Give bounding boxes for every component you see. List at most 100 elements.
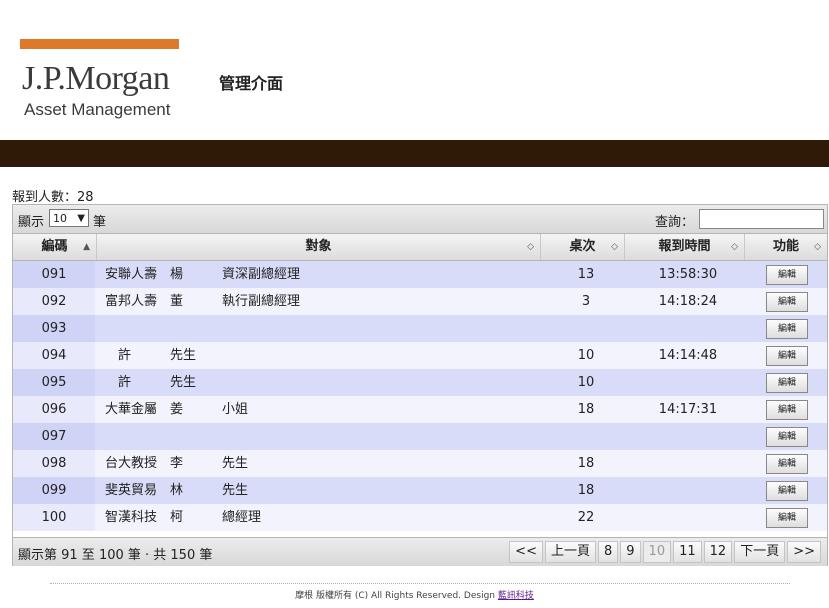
edit-button[interactable]: 編輯: [766, 508, 808, 528]
column-header-action-label: 功能: [772, 239, 799, 254]
brand-logo-subtitle: Asset Management: [24, 100, 171, 119]
row-time: 14:17:31: [658, 402, 718, 417]
brand-logo: J.P.Morgan: [22, 60, 170, 97]
table-toolbar: 顯示 10 ▼ 筆 查詢：: [13, 205, 827, 234]
page-size-select[interactable]: 10 ▼: [49, 209, 89, 227]
row-table: 10: [577, 348, 595, 363]
sort-both-icon: ◇: [814, 242, 821, 252]
data-table-panel: 顯示 10 ▼ 筆 查詢： 編碼 ▲ 對象 ◇ 桌次 ◇ 報到時間 ◇ 功能 ◇: [12, 204, 828, 566]
table-row: 095 許 先生 10 編輯: [13, 369, 827, 396]
row-code: 097: [13, 423, 95, 450]
column-header-target[interactable]: 對象 ◇: [97, 234, 541, 260]
edit-button[interactable]: 編輯: [766, 265, 808, 285]
edit-button[interactable]: 編輯: [766, 427, 808, 447]
row-target: 智漢科技 柯 總經理: [105, 510, 262, 525]
column-header-action[interactable]: 功能 ◇: [745, 234, 827, 260]
row-target: 斐英貿易 林 先生: [105, 483, 249, 498]
page-12-button[interactable]: 12: [703, 541, 733, 563]
checkin-count-value: 28: [77, 190, 94, 205]
sort-both-icon: ◇: [611, 242, 618, 252]
row-table: 18: [577, 456, 595, 471]
edit-button[interactable]: 編輯: [766, 454, 808, 474]
column-header-time[interactable]: 報到時間 ◇: [625, 234, 745, 260]
table-footer: 顯示第 91 至 100 筆 · 共 150 筆 << 上一頁 8 9 10 1…: [13, 537, 827, 566]
edit-button[interactable]: 編輯: [766, 346, 808, 366]
row-table: 3: [581, 294, 591, 309]
show-label: 顯示: [18, 215, 45, 230]
table-row: 092 富邦人壽 董 執行副總經理 3 14:18:24 編輯: [13, 288, 827, 315]
table-row: 097 編輯: [13, 423, 827, 450]
row-code: 092: [13, 288, 95, 315]
column-header-table-label: 桌次: [569, 239, 596, 254]
sort-both-icon: ◇: [731, 242, 738, 252]
row-code: 095: [13, 369, 95, 396]
copyright-text: 摩根 版權所有 (C) All Rights Reserved. Design: [295, 591, 498, 601]
checkin-count: 報到人數：28: [12, 186, 94, 205]
column-header-table[interactable]: 桌次 ◇: [541, 234, 625, 260]
row-target: 富邦人壽 董 執行副總經理: [105, 294, 301, 309]
checkin-count-label: 報到人數：: [12, 190, 78, 205]
row-code: 096: [13, 396, 95, 423]
table-row: 099 斐英貿易 林 先生 18 編輯: [13, 477, 827, 504]
row-table: 22: [577, 510, 595, 525]
edit-button[interactable]: 編輯: [766, 400, 808, 420]
row-time: 14:18:24: [658, 294, 718, 309]
brand-accent-bar: [20, 39, 179, 49]
row-target: [105, 315, 525, 342]
row-time: [628, 369, 748, 396]
table-row: 093 編輯: [13, 315, 827, 342]
row-table: [541, 423, 631, 450]
column-header-code[interactable]: 編碼 ▲: [13, 234, 97, 260]
table-row: 094 許 先生 10 14:14:48 編輯: [13, 342, 827, 369]
row-target: 許 先生: [105, 375, 197, 390]
row-time: [628, 423, 748, 450]
row-target: 台大教授 李 先生: [105, 456, 249, 471]
row-table: 18: [577, 402, 595, 417]
table-row: 100 智漢科技 柯 總經理 22 編輯: [13, 504, 827, 531]
row-time: 13:58:30: [658, 267, 718, 282]
row-code: 098: [13, 450, 95, 477]
previous-page-button[interactable]: 上一頁: [544, 541, 596, 563]
copyright: 摩根 版權所有 (C) All Rights Reserved. Design …: [0, 588, 829, 601]
row-table: 13: [577, 267, 595, 282]
edit-button[interactable]: 編輯: [766, 373, 808, 393]
next-page-button[interactable]: 下一頁: [734, 541, 786, 563]
edit-button[interactable]: 編輯: [766, 481, 808, 501]
column-header-time-label: 報到時間: [658, 239, 711, 254]
row-table: 10: [577, 375, 595, 390]
edit-button[interactable]: 編輯: [766, 292, 808, 312]
sort-both-icon: ◇: [527, 242, 534, 252]
pagination: << 上一頁 8 9 10 11 12 下一頁 >>: [507, 541, 821, 563]
page-9-button[interactable]: 9: [620, 541, 641, 563]
row-code: 100: [13, 504, 95, 531]
design-credit-link[interactable]: 藍訊科技: [498, 591, 534, 601]
page-size-value: 10: [53, 212, 67, 225]
row-code: 093: [13, 315, 95, 342]
row-code: 094: [13, 342, 95, 369]
sort-asc-icon: ▲: [83, 242, 90, 252]
table-row: 096 大華金屬 姜 小姐 18 14:17:31 編輯: [13, 396, 827, 423]
pagination-info: 顯示第 91 至 100 筆 · 共 150 筆: [18, 548, 213, 563]
row-time: 14:14:48: [658, 348, 718, 363]
row-target: 許 先生: [105, 348, 197, 363]
row-time: [628, 477, 748, 504]
search-label: 查詢：: [655, 215, 695, 230]
first-page-button[interactable]: <<: [509, 541, 543, 563]
page-11-button[interactable]: 11: [673, 541, 702, 563]
row-time: [628, 315, 748, 342]
row-target: 大華金屬 姜 小姐: [105, 402, 249, 417]
column-header-target-label: 對象: [305, 239, 332, 254]
row-time: [628, 504, 748, 531]
row-target: [105, 423, 525, 450]
edit-button[interactable]: 編輯: [766, 319, 808, 339]
row-code: 099: [13, 477, 95, 504]
search-input[interactable]: [699, 209, 824, 229]
page-title: 管理介面: [219, 74, 284, 93]
page-8-button[interactable]: 8: [597, 541, 619, 563]
row-target: 安聯人壽 楊 資深副總經理: [105, 267, 301, 282]
last-page-button[interactable]: >>: [787, 541, 821, 563]
unit-label: 筆: [93, 215, 107, 230]
site-header: J.P.Morgan Asset Management 管理介面: [0, 0, 829, 140]
row-table: [541, 315, 631, 342]
header-band: [0, 140, 829, 167]
